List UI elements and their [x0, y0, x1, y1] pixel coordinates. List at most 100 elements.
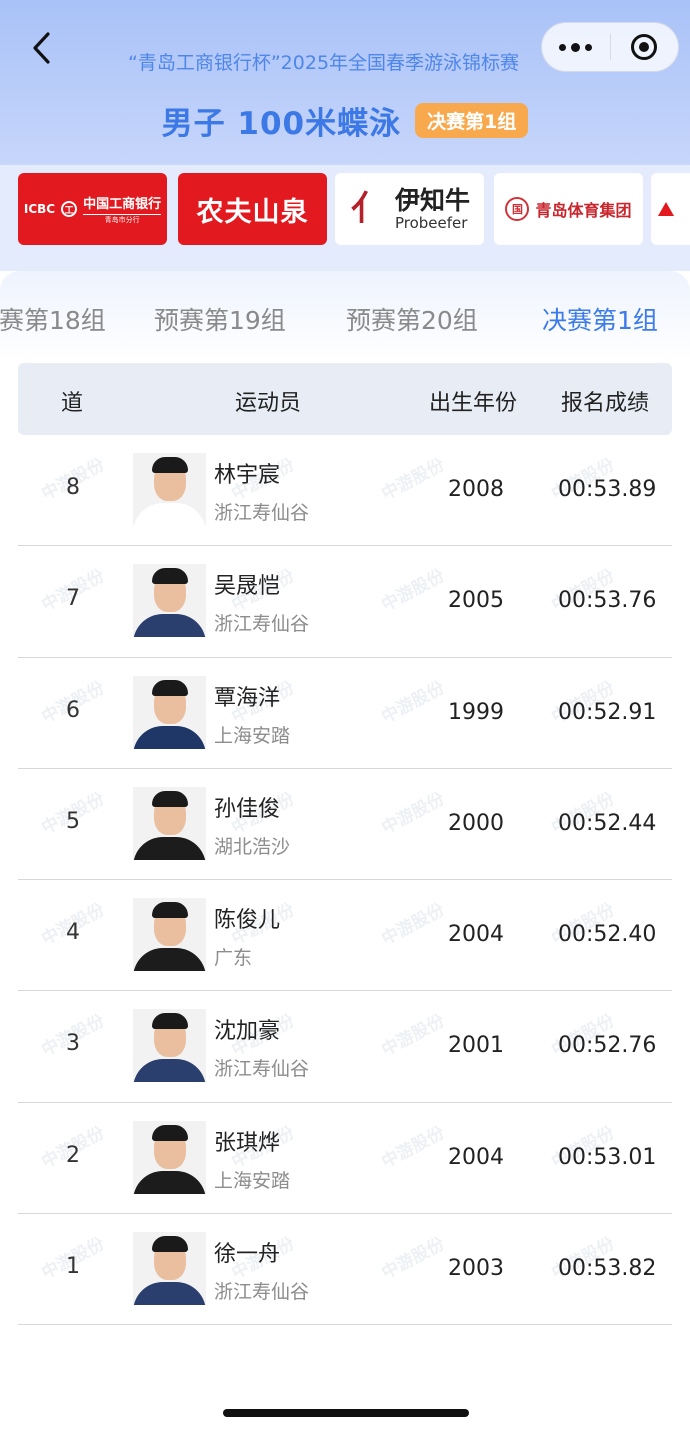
probeefer-cn-label: 伊知牛 [394, 186, 470, 215]
athlete-team: 广东 [214, 947, 253, 970]
table-row[interactable]: 中游股份 中游股份 中游股份 中游股份 7 吴晟恺 浙江寿仙谷 2005 00:… [18, 546, 672, 658]
sponsor-icbc[interactable]: ICBC 工 中国工商银行 青岛市分行 [18, 173, 167, 245]
col-lane: 道 [61, 391, 84, 416]
athlete-photo [133, 898, 206, 972]
table-row[interactable]: 中游股份 中游股份 中游股份 中游股份 5 孙佳俊 湖北浩沙 2000 00:5… [18, 769, 672, 881]
athlete-name: 孙佳俊 [214, 796, 281, 822]
birth-year: 1999 [448, 699, 504, 725]
athlete-photo [133, 1120, 206, 1194]
athlete-photo [133, 1232, 206, 1306]
watermark: 中游股份 [378, 788, 448, 839]
athlete-team: 上海安踏 [214, 1169, 291, 1192]
birth-year: 2008 [448, 477, 504, 502]
sponsor-partial[interactable] [651, 173, 690, 245]
athlete-photo [133, 564, 206, 638]
athlete-photo [133, 1009, 206, 1083]
table-row[interactable]: 中游股份 中游股份 中游股份 中游股份 8 林宇宸 浙江寿仙谷 2008 00:… [18, 435, 672, 547]
athlete-team: 浙江寿仙谷 [214, 1281, 310, 1304]
birth-year: 2003 [448, 1256, 504, 1282]
tab-heat-18[interactable]: 预赛第18组 [0, 301, 106, 337]
lane-number: 8 [66, 475, 80, 500]
athlete-name: 覃海洋 [214, 685, 281, 711]
back-button[interactable] [22, 28, 62, 68]
entry-time: 00:52.40 [558, 922, 657, 948]
probeefer-en-label: Probeefer [394, 213, 468, 232]
birth-year: 2005 [448, 588, 504, 614]
lane-number: 3 [66, 1031, 80, 1057]
bull-logo-icon: 亻 [350, 189, 385, 229]
birth-year: 2004 [448, 922, 504, 948]
lane-number: 7 [66, 586, 80, 612]
athlete-photo [133, 786, 206, 860]
more-dots-icon [559, 42, 593, 52]
athlete-team: 浙江寿仙谷 [214, 613, 310, 636]
table-row[interactable]: 中游股份 中游股份 中游股份 中游股份 3 沈加豪 浙江寿仙谷 2001 00:… [18, 991, 672, 1103]
partial-logo-icon [658, 202, 674, 216]
heat-tabs[interactable]: 预赛第18组 预赛第19组 预赛第20组 决赛第1组 [0, 295, 690, 361]
birth-year: 2000 [448, 810, 504, 836]
table-row[interactable]: 中游股份 中游股份 中游股份 中游股份 6 覃海洋 上海安踏 1999 00:5… [18, 658, 672, 769]
home-indicator[interactable] [223, 1409, 469, 1417]
athlete-name: 徐一舟 [214, 1242, 281, 1268]
athlete-team: 浙江寿仙谷 [214, 1058, 310, 1081]
col-birth-year: 出生年份 [429, 391, 518, 416]
header: “青岛工商银行杯”2025年全国春季游泳锦标赛 男子 100米蝶泳 决赛第1组 [0, 0, 690, 165]
col-athlete: 运动员 [235, 391, 302, 416]
athlete-photo [133, 453, 206, 526]
tab-final-1[interactable]: 决赛第1组 [542, 301, 658, 337]
entry-time: 00:53.82 [558, 1256, 657, 1282]
table-row[interactable]: 中游股份 中游股份 中游股份 中游股份 2 张琪烨 上海安踏 2004 00:5… [18, 1103, 672, 1215]
close-program-button[interactable] [611, 23, 679, 71]
sponsor-probeefer[interactable]: 亻 伊知牛 Probeefer [335, 173, 484, 245]
athlete-team: 浙江寿仙谷 [214, 502, 310, 524]
tab-heat-19[interactable]: 预赛第19组 [154, 301, 286, 337]
athlete-name: 张琪烨 [214, 1130, 281, 1156]
table-row[interactable]: 中游股份 中游股份 中游股份 中游股份 1 徐一舟 浙江寿仙谷 2003 00:… [18, 1214, 672, 1326]
watermark: 中游股份 [378, 900, 448, 950]
athlete-photo [133, 675, 206, 749]
icbc-logo-icon: 工 [61, 201, 78, 217]
qingdao-sports-label: 青岛体育集团 [535, 201, 632, 220]
mini-program-capsule [541, 22, 679, 72]
icbc-en-label: ICBC [23, 202, 56, 216]
athlete-name: 吴晟恺 [214, 574, 281, 600]
watermark: 中游股份 [378, 1011, 448, 1061]
heat-badge: 决赛第1组 [415, 102, 529, 138]
target-icon [631, 34, 658, 60]
watermark: 中游股份 [378, 1122, 448, 1173]
athlete-name: 陈俊儿 [214, 908, 281, 934]
lane-number: 5 [66, 808, 80, 834]
entry-time: 00:52.44 [558, 810, 657, 836]
lane-number: 6 [66, 697, 80, 723]
col-entry-time: 报名成绩 [561, 391, 650, 416]
table-row[interactable]: 中游股份 中游股份 中游股份 中游股份 4 陈俊儿 广东 2004 00:52.… [18, 880, 672, 992]
entry-time: 00:52.76 [558, 1033, 657, 1059]
sponsor-carousel[interactable]: ICBC 工 中国工商银行 青岛市分行 农夫山泉 亻 伊知牛 Probeefer… [0, 165, 690, 271]
icbc-cn-label: 中国工商银行 [83, 193, 162, 215]
lane-number: 4 [66, 920, 80, 946]
title-row: 男子 100米蝶泳 决赛第1组 [0, 98, 690, 142]
entry-time: 00:53.76 [558, 588, 657, 614]
watermark: 中游股份 [378, 454, 448, 505]
chevron-left-icon [33, 32, 50, 64]
watermark: 中游股份 [378, 566, 448, 616]
athlete-name: 林宇宸 [214, 463, 281, 488]
watermark: 中游股份 [378, 1233, 448, 1284]
table-header: 道 运动员 出生年份 报名成绩 [18, 363, 672, 435]
entry-time: 00:53.89 [558, 477, 657, 502]
results-card: 预赛第18组 预赛第19组 预赛第20组 决赛第1组 道 运动员 出生年份 报名… [0, 271, 690, 1429]
athlete-team: 上海安踏 [214, 724, 291, 747]
event-subtitle: “青岛工商银行杯”2025年全国春季游泳锦标赛 [128, 52, 520, 74]
icbc-branch-label: 青岛市分行 [104, 216, 140, 224]
nongfu-label: 农夫山泉 [196, 196, 309, 228]
results-table: 中游股份 中游股份 中游股份 中游股份 8 林宇宸 浙江寿仙谷 2008 00:… [18, 435, 672, 1326]
sponsor-nongfu[interactable]: 农夫山泉 [178, 173, 327, 245]
sponsor-qingdao-sports[interactable]: 国 青岛体育集团 [494, 173, 643, 245]
birth-year: 2001 [448, 1033, 504, 1059]
birth-year: 2004 [448, 1144, 504, 1170]
qingdao-seal-icon: 国 [505, 197, 530, 221]
more-button[interactable] [542, 23, 610, 71]
athlete-team: 湖北浩沙 [214, 835, 291, 858]
tab-heat-20[interactable]: 预赛第20组 [346, 301, 478, 337]
entry-time: 00:53.01 [558, 1144, 657, 1170]
